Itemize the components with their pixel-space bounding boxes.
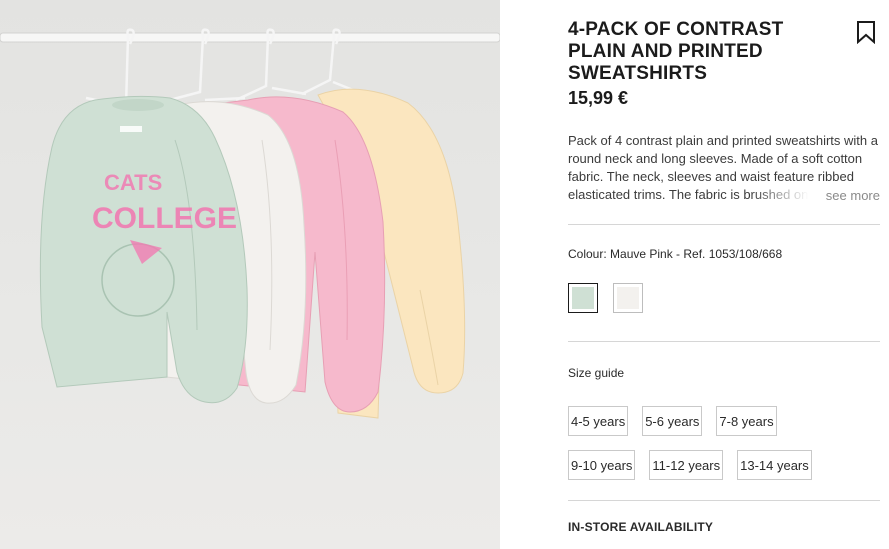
size-option-5-6-years[interactable]: 5-6 years [642,406,703,436]
print-text-college: COLLEGE [92,202,237,235]
product-price: 15,99 € [568,88,629,108]
divider [568,224,880,225]
colour-swatches [568,283,643,313]
print-text-cats: CATS [104,170,162,195]
bookmark-icon[interactable] [856,20,876,45]
size-option-13-14-years[interactable]: 13-14 years [737,450,812,480]
mint-sweatshirt: CATS COLLEGE [39,95,248,404]
divider [568,500,880,501]
product-info-panel: 4-PACK OF CONTRAST PLAIN AND PRINTED SWE… [568,0,880,549]
sweatshirts-illustration: CATS COLLEGE [0,28,500,419]
size-option-4-5-years[interactable]: 4-5 years [568,406,629,436]
size-options-row-1: 4-5 years 5-6 years 7-8 years [568,406,777,436]
in-store-availability-link[interactable]: IN-STORE AVAILABILITY [568,520,713,534]
product-image[interactable]: CATS COLLEGE [0,0,500,549]
product-title: 4-PACK OF CONTRAST PLAIN AND PRINTED SWE… [568,19,784,84]
see-more-link[interactable]: see more [826,188,880,203]
product-description: Pack of 4 contrast plain and printed swe… [568,132,880,204]
colour-reference: Colour: Mauve Pink - Ref. 1053/108/668 [568,247,783,261]
clothes-rail [0,32,500,43]
swatch-mint[interactable] [568,283,598,313]
divider [568,341,880,342]
size-option-11-12-years[interactable]: 11-12 years [649,450,724,480]
size-guide-link[interactable]: Size guide [568,366,624,380]
label-tag [120,126,142,132]
size-option-9-10-years[interactable]: 9-10 years [568,450,636,480]
size-options-row-2: 9-10 years 11-12 years 13-14 years [568,450,812,480]
size-option-7-8-years[interactable]: 7-8 years [716,406,777,436]
swatch-white[interactable] [613,283,643,313]
